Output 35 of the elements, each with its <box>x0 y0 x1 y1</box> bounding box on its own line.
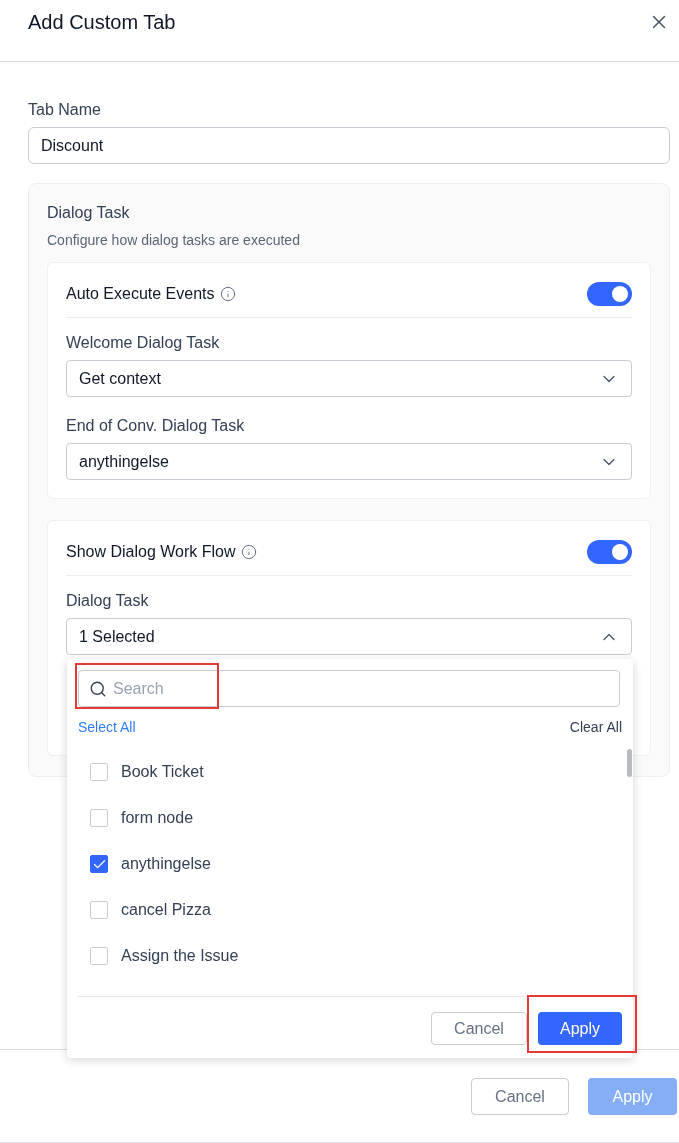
clear-all-link[interactable]: Clear All <box>569 719 622 735</box>
checkbox[interactable] <box>90 763 108 781</box>
search-icon <box>89 680 107 698</box>
dialog-title: Add Custom Tab <box>28 10 176 34</box>
section-subtitle: Configure how dialog tasks are executed <box>47 231 301 249</box>
checkbox[interactable] <box>90 809 108 827</box>
info-icon[interactable] <box>219 286 236 302</box>
option-label[interactable]: Assign the Issue <box>121 947 239 965</box>
select-all-link[interactable]: Select All <box>78 719 136 735</box>
checkbox[interactable] <box>90 901 108 919</box>
group-title: Show Dialog Work Flow <box>66 542 236 562</box>
field-label: Dialog Task <box>66 591 150 611</box>
checkbox[interactable] <box>90 855 108 873</box>
field-label: Tab Name <box>28 100 102 120</box>
select-field[interactable]: Get context <box>66 360 632 397</box>
field-label: Welcome Dialog Task <box>66 333 221 353</box>
select-field[interactable]: anythingelse <box>66 443 632 480</box>
option-label[interactable]: anythingelse <box>121 855 211 873</box>
search-field[interactable]: Search <box>78 670 620 707</box>
tab-name-input[interactable]: Discount <box>28 127 670 164</box>
cancel-button[interactable]: Cancel <box>431 1012 527 1045</box>
option-label[interactable]: Book Ticket <box>121 763 204 781</box>
option-label[interactable]: cancel Pizza <box>121 901 211 919</box>
field-label: End of Conv. Dialog Task <box>66 416 246 436</box>
toggle-switch[interactable] <box>587 282 632 306</box>
checkbox[interactable] <box>90 947 108 965</box>
scrollbar-thumb[interactable] <box>627 749 632 777</box>
toggle-switch[interactable] <box>587 540 632 564</box>
group-title: Auto Execute Events <box>66 284 215 304</box>
option-label[interactable]: form node <box>121 809 194 827</box>
info-icon[interactable] <box>240 544 257 560</box>
section-title: Dialog Task <box>47 203 131 223</box>
cancel-button[interactable]: Cancel <box>471 1078 569 1115</box>
select-field[interactable]: 1 Selected <box>66 618 632 655</box>
apply-button[interactable]: Apply <box>538 1012 622 1045</box>
